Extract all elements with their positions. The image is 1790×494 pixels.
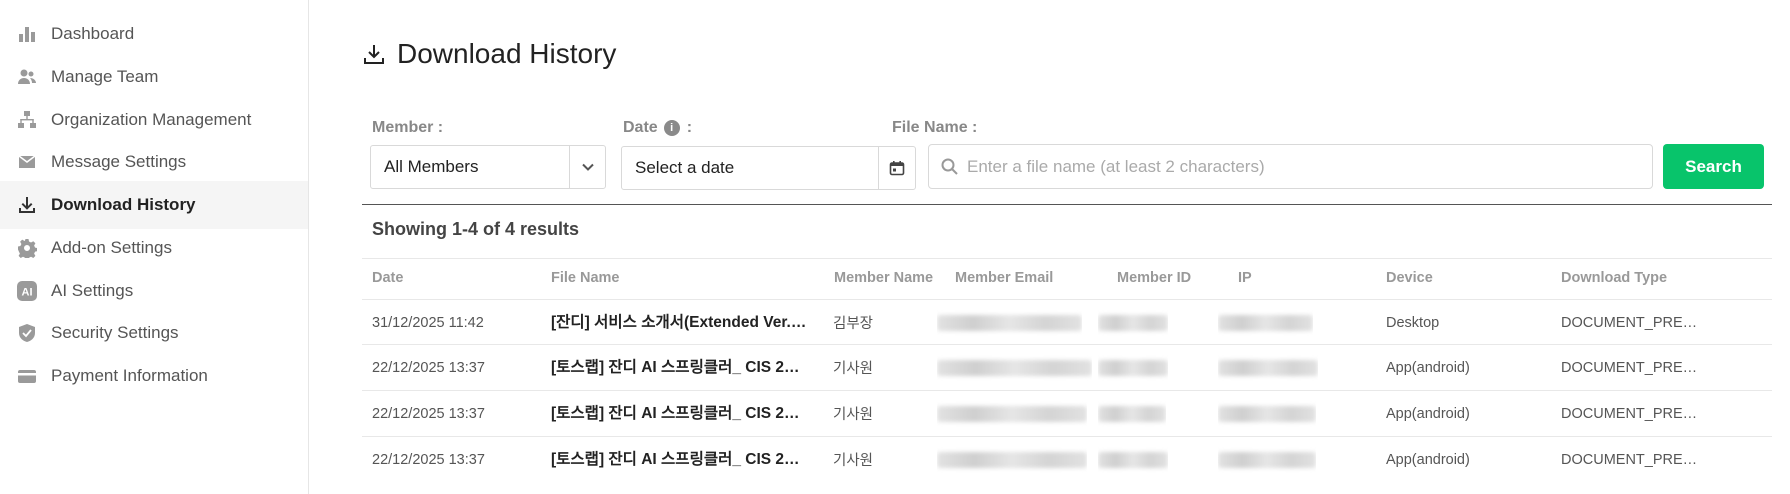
search-icon — [941, 158, 958, 175]
info-icon[interactable]: i — [663, 120, 680, 136]
sidebar-item-label: Payment Information — [51, 366, 208, 385]
table-row[interactable]: 22/12/2025 13:37 [토스랩] 잔디 AI 스프링클러_ CIS … — [362, 391, 1772, 436]
row-file-name[interactable]: [토스랩] 잔디 AI 스프링클러_ CIS 2… — [551, 391, 819, 436]
sidebar-item-label: Download History — [51, 195, 196, 214]
row-file-name[interactable]: [토스랩] 잔디 AI 스프링클러_ CIS 2… — [551, 345, 819, 390]
sidebar-item-label: AI Settings — [51, 281, 134, 300]
card-icon — [16, 365, 38, 387]
sidebar-item-organization-management[interactable]: Organization Management — [0, 96, 308, 144]
row-member-id-redacted — [1098, 437, 1168, 482]
row-member-email-redacted — [937, 391, 1087, 436]
search-button[interactable]: Search — [1663, 144, 1764, 189]
row-date: 22/12/2025 13:37 — [372, 451, 485, 468]
sidebar: Dashboard Manage Team Organization Manag… — [0, 0, 309, 494]
download-icon — [364, 45, 384, 64]
sidebar-item-add-on-settings[interactable]: Add-on Settings — [0, 224, 308, 272]
column-header-date: Date — [372, 270, 404, 286]
table-row[interactable]: 22/12/2025 13:37 [토스랩] 잔디 AI 스프링클러_ CIS … — [362, 437, 1772, 482]
file-name-search-field[interactable] — [928, 144, 1653, 189]
row-member-email-redacted — [937, 300, 1082, 345]
row-member-id-redacted — [1098, 300, 1168, 345]
row-download-type: DOCUMENT_PRE… — [1561, 451, 1698, 468]
chevron-down-icon[interactable] — [569, 146, 605, 188]
row-file-name[interactable]: [잔디] 서비스 소개서(Extended Ver.… — [551, 300, 819, 345]
divider — [362, 258, 1772, 259]
sidebar-item-label: Dashboard — [51, 24, 135, 43]
row-member-id-redacted — [1098, 391, 1166, 436]
results-summary: Showing 1-4 of 4 results — [372, 219, 580, 239]
row-device: Desktop — [1386, 314, 1440, 331]
download-icon — [16, 194, 38, 216]
sidebar-item-security-settings[interactable]: Security Settings — [0, 309, 308, 357]
row-member-name: 김부장 — [833, 316, 874, 332]
row-file-name[interactable]: [토스랩] 잔디 AI 스프링클러_ CIS 2… — [551, 437, 819, 482]
org-chart-icon — [16, 109, 38, 131]
gear-icon — [16, 237, 38, 259]
row-member-email-redacted — [937, 345, 1092, 390]
column-header-device: Device — [1386, 270, 1433, 286]
sidebar-item-message-settings[interactable]: Message Settings — [0, 138, 308, 186]
row-member-name: 기사원 — [833, 407, 874, 423]
row-download-type: DOCUMENT_PRE… — [1561, 359, 1698, 376]
page-title: Download History — [363, 38, 616, 70]
table-row[interactable]: 22/12/2025 13:37 [토스랩] 잔디 AI 스프링클러_ CIS … — [362, 345, 1772, 390]
row-date: 22/12/2025 13:37 — [372, 359, 485, 376]
file-name-input[interactable] — [967, 156, 1652, 177]
column-header-member-name: Member Name — [834, 270, 934, 286]
ai-icon: AI — [16, 280, 38, 302]
row-ip-redacted — [1218, 345, 1318, 390]
row-device: App(android) — [1386, 405, 1470, 422]
calendar-icon[interactable] — [878, 147, 915, 189]
row-member-name: 기사원 — [833, 361, 874, 377]
sidebar-item-label: Manage Team — [51, 67, 159, 86]
row-ip-redacted — [1218, 391, 1316, 436]
main-content: Download History Member : All Members Da… — [362, 0, 1790, 494]
bar-chart-icon — [16, 23, 38, 45]
row-ip-redacted — [1218, 437, 1316, 482]
date-picker-value: Select a date — [635, 158, 735, 177]
date-picker[interactable]: Select a date — [621, 146, 916, 190]
row-member-email-redacted — [937, 437, 1087, 482]
row-device: App(android) — [1386, 451, 1470, 468]
row-device: App(android) — [1386, 359, 1470, 376]
divider — [362, 204, 1772, 205]
envelope-icon — [16, 151, 38, 173]
row-download-type: DOCUMENT_PRE… — [1561, 405, 1698, 422]
row-member-name: 기사원 — [833, 453, 874, 469]
row-date: 31/12/2025 11:42 — [372, 314, 484, 331]
table-row[interactable]: 31/12/2025 11:42 [잔디] 서비스 소개서(Extended V… — [362, 300, 1772, 345]
column-header-ip: IP — [1238, 270, 1252, 286]
row-download-type: DOCUMENT_PRE… — [1561, 314, 1698, 331]
row-ip-redacted — [1218, 300, 1313, 345]
sidebar-item-label: Organization Management — [51, 110, 252, 129]
sidebar-item-payment-information[interactable]: Payment Information — [0, 352, 308, 400]
sidebar-item-label: Security Settings — [51, 323, 179, 342]
team-icon — [16, 66, 38, 88]
sidebar-item-dashboard[interactable]: Dashboard — [0, 10, 308, 58]
date-filter-label: Date i : — [623, 119, 692, 137]
page-title-text: Download History — [397, 38, 617, 69]
member-select[interactable]: All Members — [370, 145, 606, 189]
shield-icon — [16, 322, 38, 344]
member-select-value: All Members — [384, 157, 479, 176]
column-header-member-id: Member ID — [1117, 270, 1192, 286]
row-member-id-redacted — [1098, 345, 1168, 390]
sidebar-item-manage-team[interactable]: Manage Team — [0, 53, 308, 101]
row-date: 22/12/2025 13:37 — [372, 405, 485, 422]
member-filter-label: Member : — [372, 119, 444, 136]
date-filter-label-colon: : — [686, 119, 693, 136]
column-header-download-type: Download Type — [1561, 270, 1668, 286]
column-header-member-email: Member Email — [955, 270, 1054, 286]
date-filter-label-text: Date — [623, 119, 658, 136]
sidebar-item-label: Add-on Settings — [51, 238, 172, 257]
sidebar-item-label: Message Settings — [51, 152, 187, 171]
sidebar-item-ai-settings[interactable]: AI AI Settings — [0, 267, 308, 315]
svg-text:AI: AI — [22, 287, 33, 299]
sidebar-item-download-history[interactable]: Download History — [0, 181, 308, 229]
file-name-filter-label: File Name : — [892, 119, 978, 136]
column-header-file-name: File Name — [551, 270, 620, 286]
